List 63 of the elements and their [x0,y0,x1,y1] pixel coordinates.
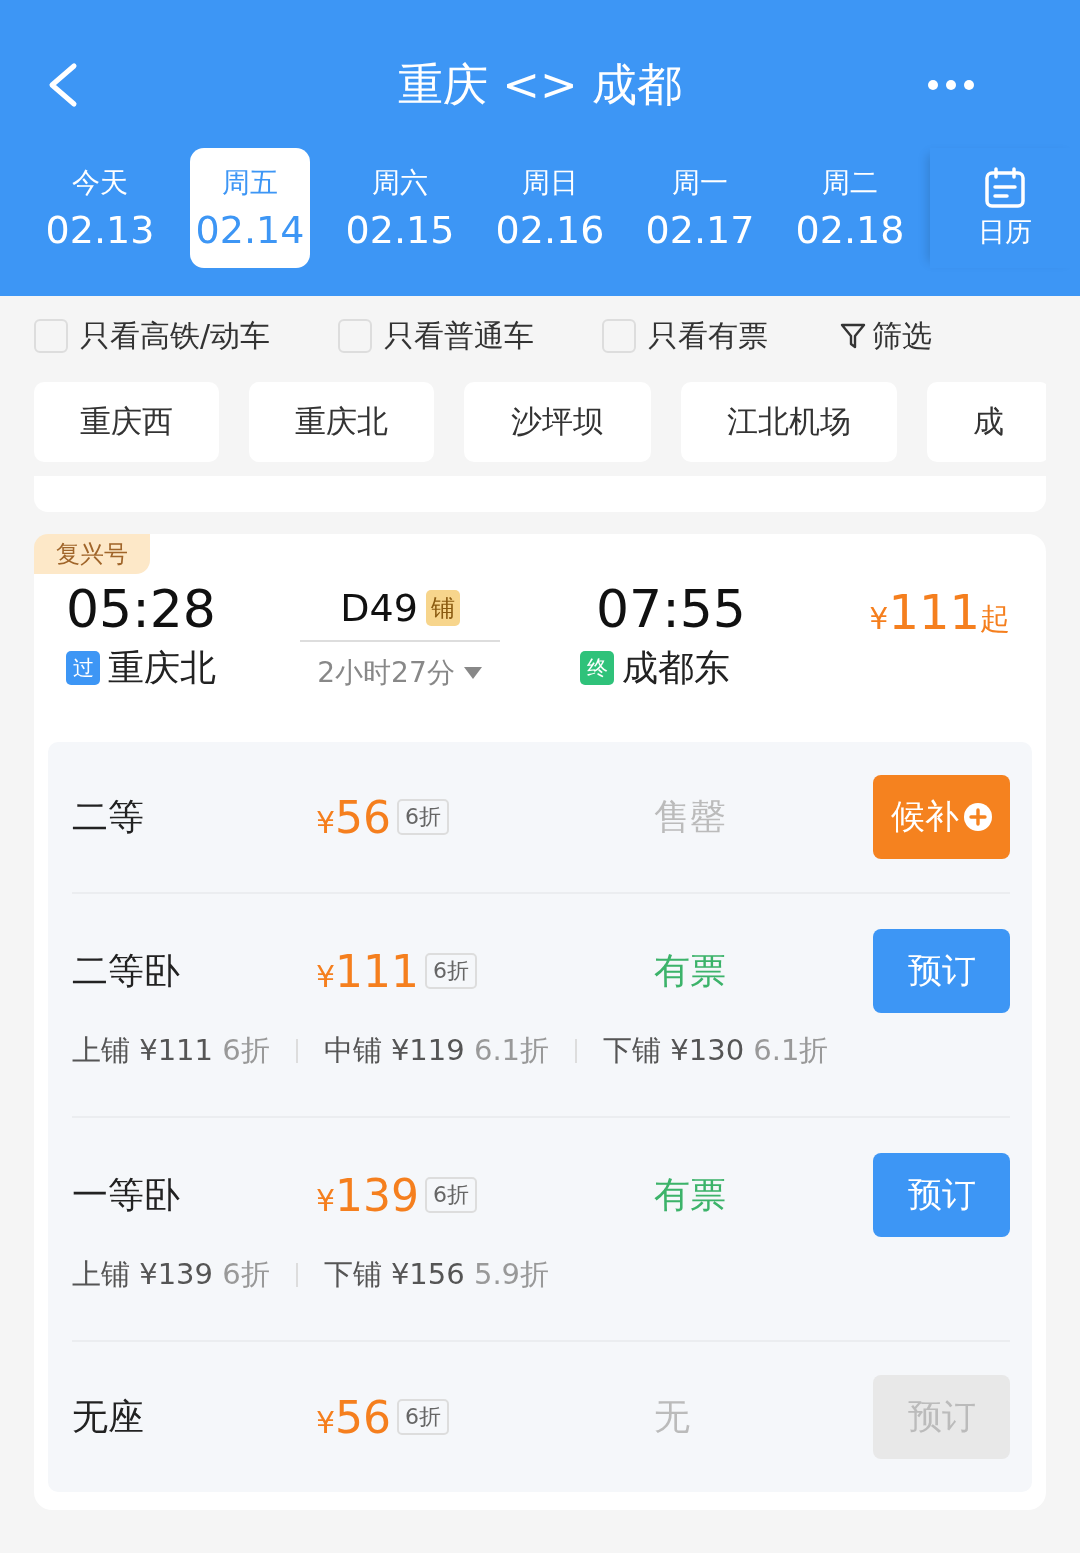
station-chip[interactable]: 沙坪坝 [464,382,651,462]
date-tab[interactable]: 周五 02.14 [190,148,310,268]
waitlist-button[interactable]: 候补 [873,775,1010,859]
checkbox[interactable] [602,319,637,353]
date-tab[interactable]: 今天 02.13 [25,148,175,268]
seat-class: 二等 [72,794,145,839]
calendar-button[interactable]: 日历 [930,148,1080,268]
seat-price: ¥139 [316,1169,420,1221]
berth-price: 下铺 ¥130 6.1折 [603,1032,829,1069]
availability-text: 售罄 [654,794,727,839]
caret-icon [462,666,483,680]
berth-price: 中铺 ¥119 6.1折 [323,1032,550,1069]
station-chip[interactable]: 江北机场 [681,382,897,462]
station-chip[interactable]: 成 [927,382,1046,462]
filter-checkbox[interactable]: 只看有票 [602,315,769,357]
funnel-icon [840,322,867,350]
more-icon[interactable] [926,78,976,92]
route-title: 重庆 <> 成都 [398,57,682,113]
train-number: D49 [340,586,418,630]
book-button[interactable]: 预订 [873,929,1010,1013]
checkbox[interactable] [34,319,68,353]
filter-label: 只看高铁/动车 [80,316,271,355]
plus-icon [962,802,993,832]
berth-price: 下铺 ¥156 5.9折 [323,1256,550,1293]
arrival-time: 07:55 [596,580,747,640]
availability-text: 无 [654,1394,691,1439]
date-tab[interactable]: 周六 02.15 [325,148,475,268]
departure-time: 05:28 [66,580,217,640]
arrival-station: 成都东 [622,645,730,690]
seat-class: 二等卧 [72,948,181,993]
discount-tag: 6折 [425,953,478,989]
station-chip[interactable]: 重庆西 [34,382,219,462]
filter-label: 只看有票 [648,316,769,355]
filter-label: 只看普通车 [384,316,535,355]
berth-price: 上铺 ¥139 6折 [72,1256,270,1293]
date-tab[interactable]: 周一 02.17 [625,148,775,268]
station-tag: 过 [66,651,100,686]
seat-class: 一等卧 [72,1172,181,1217]
checkbox[interactable] [338,319,373,353]
seat-price: ¥111 [316,945,420,997]
lowest-price: ¥111起 [869,583,1010,640]
station-tag: 终 [580,651,614,686]
filter-button[interactable]: 筛选 [840,315,933,357]
departure-station: 重庆北 [108,645,216,690]
seat-price: ¥56 [316,1391,392,1443]
seat-class: 无座 [72,1394,145,1439]
filter-checkbox[interactable]: 只看普通车 [338,315,535,357]
date-tab[interactable]: 周二 02.18 [775,148,925,268]
station-chip[interactable]: 重庆北 [249,382,434,462]
book-button[interactable]: 预订 [873,1153,1010,1237]
train-type-badge: 复兴号 [34,534,150,574]
filter-checkbox[interactable]: 只看高铁/动车 [34,315,271,357]
berth-tag: 铺 [425,590,460,626]
duration-toggle[interactable]: 2小时27分 [317,654,483,692]
discount-tag: 6折 [397,799,450,835]
date-tab[interactable]: 周日 02.16 [475,148,625,268]
availability-text: 有票 [654,948,727,993]
availability-text: 有票 [654,1172,727,1217]
seat-price: ¥56 [316,791,392,843]
calendar-icon [983,166,1027,210]
berth-price: 上铺 ¥111 6折 [72,1032,270,1069]
discount-tag: 6折 [425,1177,478,1213]
discount-tag: 6折 [397,1399,450,1435]
